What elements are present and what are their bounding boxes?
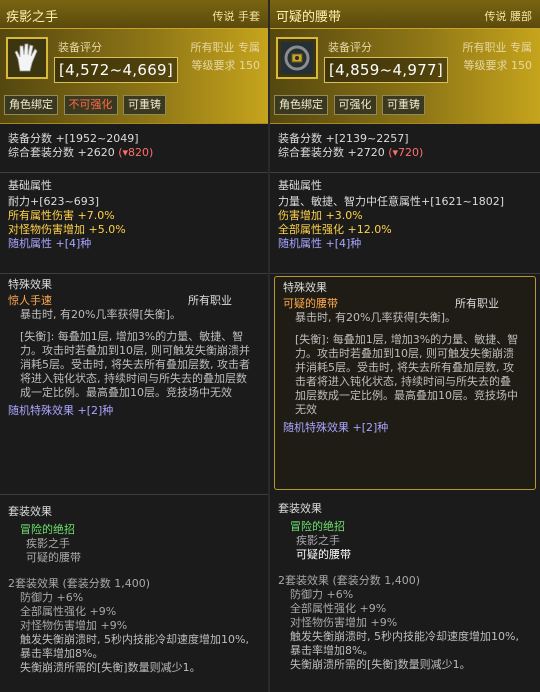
special-header: 可疑的腰带 所有职业 (283, 297, 527, 311)
base-line: 力量、敏捷、智力中任意属性+[1621~1802] (278, 195, 505, 208)
set-name: 冒险的绝招 (290, 520, 345, 533)
set-bonus-title: 2套装效果 (套装分数 1,400) (8, 577, 151, 590)
set-name: 冒险的绝招 (20, 523, 75, 536)
tag-enhance: 不可强化 (63, 95, 118, 115)
base-line: 对怪物伤害增加 +5.0% (8, 223, 126, 236)
set-item: 疾影之手 (296, 534, 340, 547)
random-attr: 随机属性 +[4]种 (278, 237, 362, 250)
set-effects: 套装效果 冒险的绝招 疾影之手 可疑的腰带 2套装效果 (套装分数 1,400)… (270, 492, 540, 676)
special-desc: 暴击时, 有20%几率获得[失衡]。 (20, 308, 182, 321)
set-bonus-line: 防御力 +6% (290, 588, 354, 601)
set-bonus-line: 失衡崩溃所需的[失衡]数量则减少1。 (290, 658, 471, 671)
score-section: 装备分数 +[2139~2257] 综合套装分数 +2720 (▾720) (270, 124, 540, 173)
set-bonus-line: 失衡崩溃所需的[失衡]数量则减少1。 (20, 661, 201, 674)
tag-bound: 角色绑定 (4, 95, 58, 115)
level-requirement: 等级要求 150 (463, 59, 533, 72)
special-title: 特殊效果 (8, 278, 52, 291)
tooltip-header: 可疑的腰带 传说 腰部 (270, 0, 540, 29)
special-detail: [失衡]: 每叠加1层, 增加3%的力量、敏捷、智力。攻击时若叠加到10层, 则… (295, 333, 519, 416)
base-attributes: 基础属性 耐力+[623~693] 所有属性伤害 +7.0% 对怪物伤害增加 +… (0, 173, 268, 274)
base-line: 所有属性伤害 +7.0% (8, 209, 115, 222)
set-bonus-line: 全部属性强化 +9% (20, 605, 117, 618)
special-job: 所有职业 (188, 294, 232, 307)
special-effects: 特殊效果 可疑的腰带 所有职业 暴击时, 有20%几率获得[失衡]。 [失衡]:… (274, 276, 536, 490)
set-bonus-line: 触发失衡崩溃时, 5秒内技能冷却速度增加10%, 暴击率增加8%。 (20, 633, 249, 660)
base-title: 基础属性 (8, 179, 52, 192)
special-name: 惊人手速 (8, 294, 52, 307)
set-score-line: 综合套装分数 +2620 (▾820) (8, 146, 260, 160)
special-random: 随机特殊效果 +[2]种 (283, 421, 389, 434)
special-title: 特殊效果 (283, 281, 327, 294)
set-bonus-title: 2套装效果 (套装分数 1,400) (278, 574, 421, 587)
set-bonus-line: 防御力 +6% (20, 591, 84, 604)
special-effects: 特殊效果 惊人手速 所有职业 暴击时, 有20%几率获得[失衡]。 [失衡]: … (0, 274, 268, 495)
set-effects: 套装效果 冒险的绝招 疾影之手 可疑的腰带 2套装效果 (套装分数 1,400)… (0, 495, 268, 679)
job-requirement: 所有职业 专属 (462, 41, 533, 54)
set-item: 可疑的腰带 (26, 551, 81, 564)
set-bonus-line: 触发失衡崩溃时, 5秒内技能冷却速度增加10%, 暴击率增加8%。 (290, 630, 519, 657)
random-attr: 随机属性 +[4]种 (8, 237, 92, 250)
special-header: 惊人手速 所有职业 (8, 294, 260, 308)
set-score: 综合套装分数 +2620 (8, 146, 115, 159)
glove-icon (6, 37, 48, 79)
tooltip-summary: 装备评分 [4,572~4,669] 所有职业 专属 等级要求 150 角色绑定… (0, 29, 268, 124)
special-job: 所有职业 (455, 297, 499, 310)
tag-enhance: 可强化 (333, 95, 377, 115)
set-item: 可疑的腰带 (296, 548, 351, 561)
item-tags: 角色绑定 可强化 可重铸 (274, 95, 427, 115)
special-name: 可疑的腰带 (283, 297, 338, 310)
job-requirement: 所有职业 专属 (190, 41, 261, 54)
tag-bound: 角色绑定 (274, 95, 328, 115)
base-attributes: 基础属性 力量、敏捷、智力中任意属性+[1621~1802] 伤害增加 +3.0… (270, 173, 540, 274)
score-label: 装备评分 (58, 41, 102, 54)
base-line: 全部属性强化 +12.0% (278, 223, 392, 236)
tag-reforge: 可重铸 (123, 95, 166, 115)
item-title: 疾影之手 (6, 10, 59, 25)
item-type: 传说 手套 (212, 10, 261, 23)
base-title: 基础属性 (278, 179, 322, 192)
tooltip-summary: 装备评分 [4,859~4,977] 所有职业 专属 等级要求 150 角色绑定… (270, 29, 540, 124)
score-value: [4,859~4,977] (324, 57, 449, 83)
set-bonus-line: 对怪物伤害增加 +9% (20, 619, 128, 632)
equip-score: 装备分数 +[2139~2257] (278, 132, 409, 145)
score-label: 装备评分 (328, 41, 372, 54)
set-bonus-line: 对怪物伤害增加 +9% (290, 616, 398, 629)
belt-icon (276, 37, 318, 79)
set-title: 套装效果 (8, 505, 52, 518)
item-title: 可疑的腰带 (276, 10, 342, 25)
base-line: 伤害增加 +3.0% (278, 209, 363, 222)
tooltip-header: 疾影之手 传说 手套 (0, 0, 268, 29)
score-value: [4,572~4,669] (54, 57, 179, 83)
item-tooltip-right: 可疑的腰带 传说 腰部 装备评分 [4,859~4,977] 所有职业 专属 等… (270, 0, 540, 692)
special-random: 随机特殊效果 +[2]种 (8, 404, 114, 417)
equip-score: 装备分数 +[1952~2049] (8, 132, 139, 145)
level-requirement: 等级要求 150 (191, 59, 261, 72)
set-score: 综合套装分数 +2720 (278, 146, 385, 159)
set-title: 套装效果 (278, 502, 322, 515)
special-detail: [失衡]: 每叠加1层, 增加3%的力量、敏捷、智力。攻击时若叠加到10层, 则… (20, 330, 250, 399)
score-section: 装备分数 +[1952~2049] 综合套装分数 +2620 (▾820) (0, 124, 268, 173)
item-tooltip-left: 疾影之手 传说 手套 装备评分 [4,572~4,669] 所有职业 专属 等级… (0, 0, 268, 692)
set-score-delta: (▾720) (388, 146, 424, 159)
item-type: 传说 腰部 (484, 10, 533, 23)
item-tags: 角色绑定 不可强化 可重铸 (4, 95, 168, 115)
set-bonus-line: 全部属性强化 +9% (290, 602, 387, 615)
tag-reforge: 可重铸 (382, 95, 425, 115)
set-score-line: 综合套装分数 +2720 (▾720) (278, 146, 532, 160)
base-line: 耐力+[623~693] (8, 195, 100, 208)
special-desc: 暴击时, 有20%几率获得[失衡]。 (295, 311, 457, 324)
set-item: 疾影之手 (26, 537, 70, 550)
set-score-delta: (▾820) (118, 146, 154, 159)
